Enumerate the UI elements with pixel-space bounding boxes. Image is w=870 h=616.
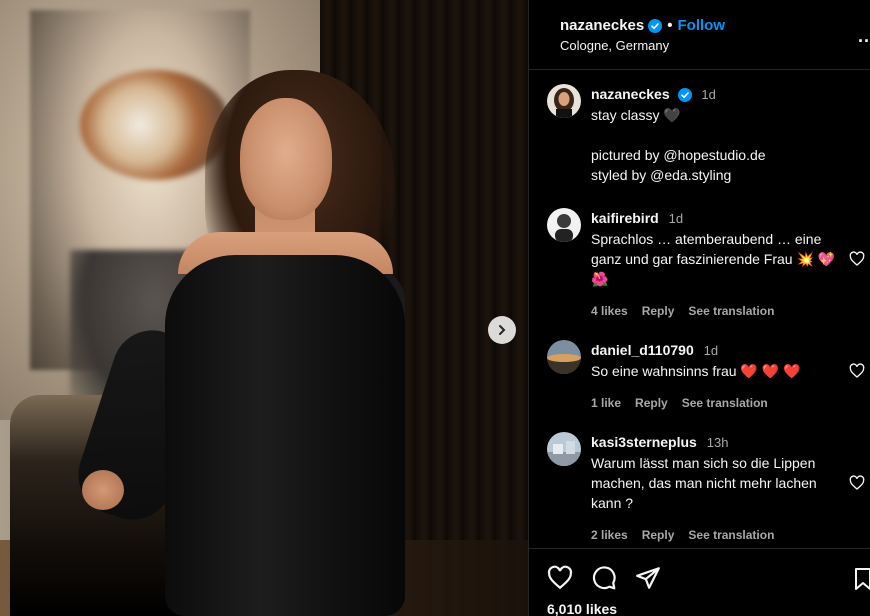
comment-body: daniel_d110790 1d So eine wahnsinns frau…	[591, 340, 841, 413]
reply-button[interactable]: Reply	[642, 525, 675, 545]
action-icons	[547, 565, 661, 591]
caption-line-2: pictured by @hopestudio.de	[591, 147, 766, 163]
comment-likes[interactable]: 1 like	[591, 393, 621, 413]
photo-hand	[82, 470, 124, 510]
header-separator: •	[667, 17, 673, 34]
see-translation-button[interactable]: See translation	[682, 393, 768, 413]
heart-icon[interactable]	[849, 363, 865, 379]
caption-body: nazaneckes 1d stay classy 🖤 pictured by …	[591, 84, 841, 185]
comment-likes[interactable]: 4 likes	[591, 301, 628, 321]
photo-face	[240, 98, 332, 220]
header-user-line: nazaneckes • Follow	[560, 17, 725, 34]
see-translation-button[interactable]: See translation	[688, 525, 774, 545]
avatar[interactable]	[547, 340, 581, 374]
post-location[interactable]: Cologne, Germany	[560, 38, 669, 53]
bookmark-save-icon[interactable]	[851, 567, 870, 591]
post-header: nazaneckes • Follow Cologne, Germany ...	[529, 0, 870, 70]
comment-time: 1d	[703, 343, 719, 358]
more-options-button[interactable]: ...	[858, 26, 870, 47]
chevron-right-icon	[499, 325, 506, 335]
like-heart-icon[interactable]	[547, 565, 573, 591]
comment-body: kasi3sterneplus 13h Warum lässt man sich…	[591, 432, 841, 545]
caption-time: 1d	[701, 87, 716, 102]
caption-username[interactable]: nazaneckes	[591, 86, 670, 102]
comment-text: So eine wahnsinns frau ❤️ ❤️ ❤️	[591, 363, 801, 379]
avatar[interactable]	[547, 208, 581, 242]
post-photo[interactable]	[0, 0, 528, 616]
likes-count[interactable]: 6,010 likes	[547, 601, 617, 616]
comment-meta: 4 likes Reply See translation	[591, 301, 841, 321]
comment-body: kaifirebird 1d Sprachlos … atemberaubend…	[591, 208, 841, 321]
photo-dress	[165, 255, 405, 616]
follow-button[interactable]: Follow	[678, 17, 726, 34]
header-username[interactable]: nazaneckes	[560, 17, 644, 34]
heart-icon[interactable]	[849, 251, 865, 267]
reply-button[interactable]: Reply	[635, 393, 668, 413]
heart-icon[interactable]	[849, 475, 865, 491]
comment-time: 1d	[668, 211, 684, 226]
comments-list[interactable]: nazaneckes 1d stay classy 🖤 pictured by …	[529, 70, 870, 548]
share-send-icon[interactable]	[635, 565, 661, 591]
comment-username[interactable]: kaifirebird	[591, 210, 659, 226]
caption-line-3: styled by @eda.styling	[591, 167, 732, 183]
verified-badge-icon	[677, 88, 692, 103]
comment-meta: 2 likes Reply See translation	[591, 525, 841, 545]
avatar[interactable]	[547, 432, 581, 466]
comment-time: 13h	[706, 435, 729, 450]
avatar[interactable]	[547, 84, 581, 118]
verified-badge-icon	[648, 18, 663, 33]
comment-bubble-icon[interactable]	[591, 565, 617, 591]
comment-text: Warum lässt man sich so die Lippen mache…	[591, 455, 817, 511]
reply-button[interactable]: Reply	[642, 301, 675, 321]
comment-text: Sprachlos … atemberaubend … eine ganz un…	[591, 231, 836, 287]
comment-username[interactable]: daniel_d110790	[591, 342, 694, 358]
see-translation-button[interactable]: See translation	[688, 301, 774, 321]
comment-likes[interactable]: 2 likes	[591, 525, 628, 545]
caption-line-1: stay classy 🖤	[591, 107, 681, 123]
comment-meta: 1 like Reply See translation	[591, 393, 841, 413]
comment-username[interactable]: kasi3sterneplus	[591, 434, 697, 450]
next-image-button[interactable]	[488, 316, 516, 344]
post-actions-bar: 6,010 likes	[529, 548, 870, 616]
post-side-panel: nazaneckes • Follow Cologne, Germany ...	[528, 0, 870, 616]
